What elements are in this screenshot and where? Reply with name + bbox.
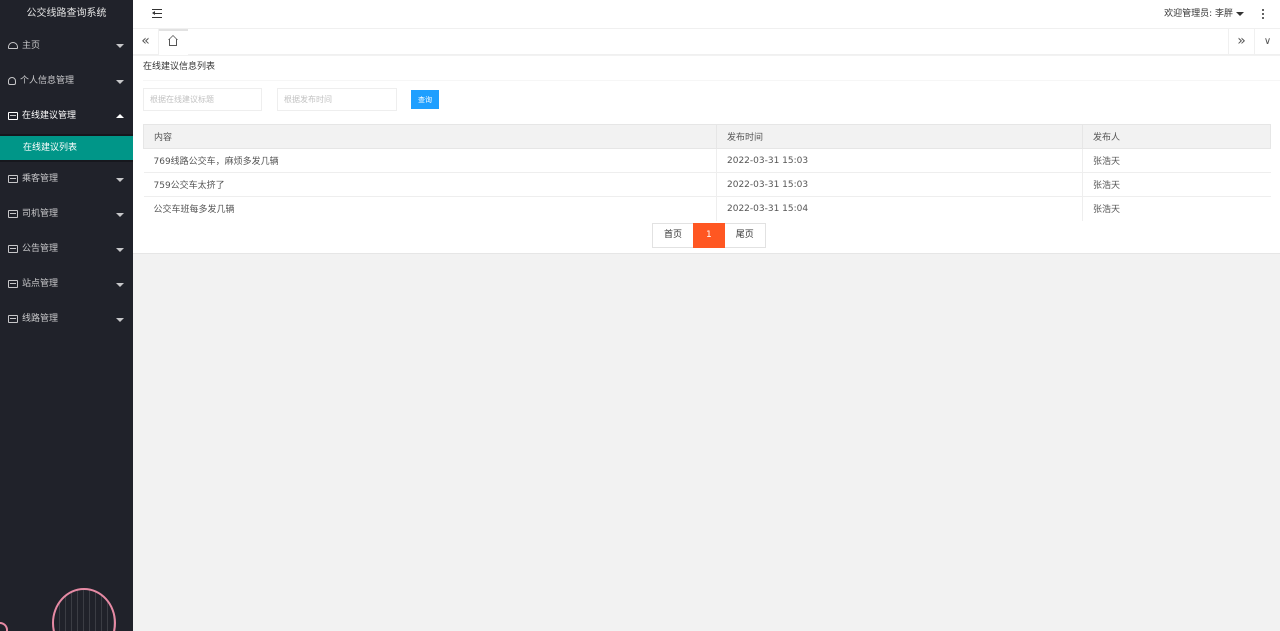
cell-content: 公交车班每多发几辆 (143, 196, 717, 221)
collapse-sidebar-icon[interactable] (152, 9, 162, 18)
sidebar-item-label: 主页 (22, 41, 41, 51)
table-row[interactable]: 759公交车太挤了 2022-03-31 15:03 张浩天 (143, 172, 1271, 197)
cell-time: 2022-03-31 15:03 (716, 172, 1083, 197)
sidebar-item-profile[interactable]: 个人信息管理 (0, 64, 133, 99)
sidebar-item-routes[interactable]: 线路管理 (0, 302, 133, 337)
column-header-content: 内容 (143, 124, 717, 149)
list-icon (8, 279, 18, 288)
sidebar-item-label: 司机管理 (22, 209, 59, 219)
chevron-down-icon (116, 318, 124, 322)
cell-content: 759公交车太挤了 (143, 172, 717, 197)
sidebar-subitem-suggestion-list[interactable]: 在线建议列表 (0, 136, 133, 160)
chevron-down-icon (116, 80, 124, 84)
sidebar-item-drivers[interactable]: 司机管理 (0, 197, 133, 232)
cell-content: 769线路公交车，麻烦多发几辆 (143, 148, 717, 173)
chevron-up-icon (116, 114, 124, 118)
last-page-button[interactable]: 尾页 (723, 223, 766, 248)
more-vertical-icon[interactable] (1262, 9, 1264, 19)
table-header-row: 内容 发布时间 发布人 (143, 124, 1271, 149)
first-page-button[interactable]: 首页 (652, 223, 695, 248)
chevron-down-icon (116, 283, 124, 287)
chevron-down-icon (1236, 11, 1244, 16)
sidebar-item-label: 在线建议管理 (22, 111, 77, 121)
tabs-scroll-right-icon[interactable]: » (1228, 29, 1254, 55)
search-title-input[interactable] (143, 88, 262, 111)
decorative-circle (52, 588, 116, 631)
cell-time: 2022-03-31 15:03 (716, 148, 1083, 173)
sidebar-item-passengers[interactable]: 乘客管理 (0, 162, 133, 197)
column-header-publisher: 发布人 (1082, 124, 1271, 149)
list-icon (8, 244, 18, 253)
sidebar-item-label: 站点管理 (22, 279, 59, 289)
welcome-text: 欢迎管理员: 李胖 (1164, 9, 1233, 19)
sidebar-item-home[interactable]: 主页 (0, 28, 133, 64)
sidebar-item-suggestions[interactable]: 在线建议管理 (0, 99, 133, 134)
list-icon (8, 314, 18, 323)
sidebar-item-label: 个人信息管理 (20, 76, 75, 86)
page-title: 在线建议信息列表 (143, 56, 1280, 81)
current-page-button[interactable]: 1 (693, 223, 725, 248)
sidebar-item-label: 乘客管理 (22, 174, 59, 184)
list-icon (8, 209, 18, 218)
list-icon (8, 174, 18, 183)
chevron-down-icon (116, 44, 124, 48)
search-button[interactable]: 查询 (411, 90, 439, 109)
home-icon (8, 41, 18, 49)
user-menu[interactable]: 欢迎管理员: 李胖 (1164, 0, 1244, 28)
app-title: 公交线路查询系统 (26, 8, 107, 19)
table-row[interactable]: 公交车班每多发几辆 2022-03-31 15:04 张浩天 (143, 196, 1271, 221)
tabs-menu-chevron-down-icon[interactable]: ∨ (1254, 29, 1280, 55)
suggestions-table: 内容 发布时间 发布人 769线路公交车，麻烦多发几辆 2022-03-31 1… (143, 124, 1271, 221)
tab-home[interactable] (159, 29, 188, 55)
top-header: 欢迎管理员: 李胖 (133, 0, 1280, 28)
sidebar-item-label: 公告管理 (22, 244, 59, 254)
search-time-input[interactable] (277, 88, 397, 111)
page-tabs: « » ∨ (133, 28, 1280, 55)
cell-publisher: 张浩天 (1082, 172, 1271, 197)
sidebar-nav: 主页 个人信息管理 在线建议管理 在线建议列表 乘客管理 司机管理 公告管理 站… (0, 28, 133, 337)
main-content: 在线建议信息列表 查询 内容 发布时间 发布人 769线路公交车，麻烦多发几辆 … (133, 56, 1280, 254)
cell-time: 2022-03-31 15:04 (716, 196, 1083, 221)
chevron-down-icon (116, 178, 124, 182)
chevron-down-icon (116, 248, 124, 252)
cell-publisher: 张浩天 (1093, 205, 1121, 216)
pagination: 首页 1 尾页 (652, 223, 766, 248)
list-icon (8, 111, 18, 120)
table-row[interactable]: 769线路公交车，麻烦多发几辆 2022-03-31 15:03 张浩天 (143, 148, 1271, 173)
cell-publisher: 张浩天 (1082, 148, 1271, 173)
sidebar-subnav: 在线建议列表 (0, 134, 133, 162)
sidebar: 公交线路查询系统 主页 个人信息管理 在线建议管理 在线建议列表 乘客管理 司机… (0, 0, 133, 631)
decorative-circle-small (0, 622, 8, 631)
user-icon (8, 76, 16, 85)
sidebar-item-label: 线路管理 (22, 314, 59, 324)
column-header-time: 发布时间 (716, 124, 1083, 149)
tabs-scroll-left-icon[interactable]: « (133, 29, 159, 55)
sidebar-item-stations[interactable]: 站点管理 (0, 267, 133, 302)
chevron-down-icon (116, 213, 124, 217)
sidebar-item-notices[interactable]: 公告管理 (0, 232, 133, 267)
